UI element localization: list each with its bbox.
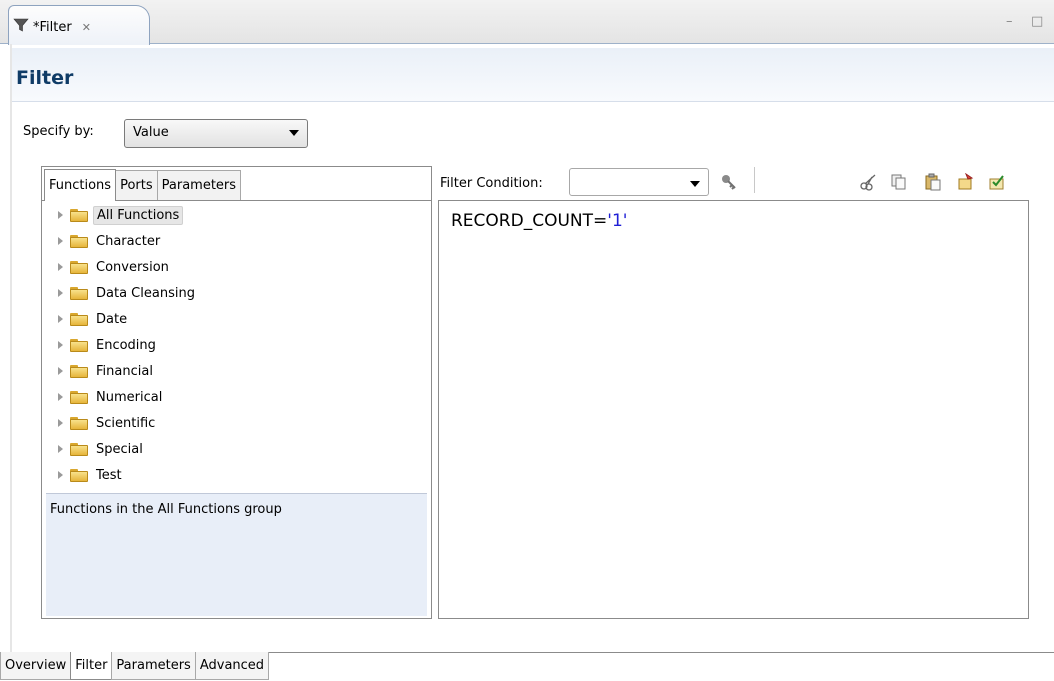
tab-advanced[interactable]: Advanced bbox=[194, 652, 270, 680]
tree-item-label: Special bbox=[96, 441, 143, 457]
close-icon[interactable]: ✕ bbox=[82, 21, 91, 34]
expression-field: RECORD_COUNT bbox=[451, 211, 594, 231]
bottom-tab-row: Overview Filter Parameters Advanced bbox=[0, 652, 270, 681]
expand-icon[interactable] bbox=[58, 237, 63, 245]
tree-item-label: Conversion bbox=[96, 259, 169, 275]
folder-icon bbox=[70, 416, 88, 430]
specify-by-dropdown[interactable]: Value bbox=[124, 119, 308, 148]
folder-icon bbox=[70, 390, 88, 404]
tab-filter[interactable]: Filter bbox=[70, 652, 113, 680]
expand-icon[interactable] bbox=[58, 393, 63, 401]
tree-item-scientific[interactable]: Scientific bbox=[46, 411, 158, 435]
tab-parameters-bottom[interactable]: Parameters bbox=[111, 652, 196, 680]
tree-item-data-cleansing[interactable]: Data Cleansing bbox=[46, 281, 198, 305]
expand-icon[interactable] bbox=[58, 445, 63, 453]
tab-functions[interactable]: Functions bbox=[44, 169, 117, 201]
tree-item-label: Character bbox=[96, 233, 161, 249]
folder-icon bbox=[70, 442, 88, 456]
tree-item-label: Scientific bbox=[96, 415, 156, 431]
expand-icon[interactable] bbox=[58, 315, 63, 323]
validate-icon[interactable] bbox=[988, 173, 1006, 191]
expression-text: RECORD_COUNT='1' bbox=[451, 211, 1016, 231]
function-description: Functions in the All Functions group bbox=[46, 493, 427, 616]
tree-item-financial[interactable]: Financial bbox=[46, 359, 156, 383]
function-tree: All Functions Character Conversion Data … bbox=[46, 203, 427, 493]
tree-item-character[interactable]: Character bbox=[46, 229, 163, 253]
tab-overview[interactable]: Overview bbox=[0, 652, 72, 680]
editor-tab-filter[interactable]: *Filter ✕ bbox=[8, 5, 150, 45]
page-title: Filter bbox=[16, 67, 74, 89]
expand-icon[interactable] bbox=[58, 367, 63, 375]
folder-icon bbox=[70, 208, 88, 222]
maximize-icon[interactable]: □ bbox=[1031, 14, 1043, 29]
copy-icon[interactable] bbox=[890, 173, 908, 191]
expand-icon[interactable] bbox=[58, 341, 63, 349]
tree-item-date[interactable]: Date bbox=[46, 307, 130, 331]
expand-icon[interactable] bbox=[58, 289, 63, 297]
editor-gutter bbox=[10, 44, 12, 652]
tree-item-label: Numerical bbox=[96, 389, 163, 405]
tab-ports[interactable]: Ports bbox=[115, 170, 158, 200]
tree-item-all-functions[interactable]: All Functions bbox=[46, 203, 184, 227]
filter-condition-label: Filter Condition: bbox=[440, 176, 543, 191]
folder-icon bbox=[70, 260, 88, 274]
functions-panel: Functions Ports Parameters All Functions… bbox=[41, 166, 432, 619]
tree-item-label: Test bbox=[96, 467, 122, 483]
tab-parameters[interactable]: Parameters bbox=[156, 170, 242, 200]
specify-by-value: Value bbox=[133, 125, 169, 140]
filter-icon bbox=[13, 17, 29, 37]
chevron-down-icon bbox=[289, 130, 299, 136]
functions-tab-row: Functions Ports Parameters bbox=[42, 167, 431, 201]
folder-icon bbox=[70, 338, 88, 352]
editor-tab-strip: *Filter ✕ – □ bbox=[0, 0, 1054, 45]
cut-icon[interactable] bbox=[860, 173, 878, 191]
folder-icon bbox=[70, 364, 88, 378]
tree-item-label: Date bbox=[96, 311, 128, 327]
editor-tab-title: *Filter bbox=[33, 19, 72, 35]
toolbar-separator bbox=[754, 167, 755, 193]
tree-item-label: Financial bbox=[96, 363, 153, 379]
tree-item-test[interactable]: Test bbox=[46, 463, 125, 487]
insert-icon[interactable] bbox=[956, 173, 974, 191]
expression-literal: '1' bbox=[607, 211, 628, 231]
folder-icon bbox=[70, 468, 88, 482]
tree-item-label: Encoding bbox=[96, 337, 156, 353]
expand-icon[interactable] bbox=[58, 211, 63, 219]
tree-item-special[interactable]: Special bbox=[46, 437, 146, 461]
tree-item-encoding[interactable]: Encoding bbox=[46, 333, 159, 357]
tree-item-label: Data Cleansing bbox=[96, 285, 195, 301]
filter-condition-dropdown[interactable] bbox=[569, 168, 709, 196]
expand-icon[interactable] bbox=[58, 263, 63, 271]
expression-operator: = bbox=[593, 211, 608, 231]
tree-item-label: All Functions bbox=[93, 205, 184, 225]
folder-icon bbox=[70, 234, 88, 248]
header-band bbox=[12, 48, 1054, 102]
tree-item-conversion[interactable]: Conversion bbox=[46, 255, 172, 279]
specify-by-label: Specify by: bbox=[23, 124, 94, 139]
expression-editor[interactable]: RECORD_COUNT='1' bbox=[438, 200, 1029, 619]
minimize-icon[interactable]: – bbox=[1006, 14, 1013, 29]
folder-icon bbox=[70, 286, 88, 300]
chevron-down-icon bbox=[690, 181, 700, 187]
tree-item-numerical[interactable]: Numerical bbox=[46, 385, 165, 409]
expand-icon[interactable] bbox=[58, 471, 63, 479]
key-icon[interactable] bbox=[720, 173, 738, 191]
folder-icon bbox=[70, 312, 88, 326]
expand-icon[interactable] bbox=[58, 419, 63, 427]
paste-icon[interactable] bbox=[924, 173, 942, 191]
